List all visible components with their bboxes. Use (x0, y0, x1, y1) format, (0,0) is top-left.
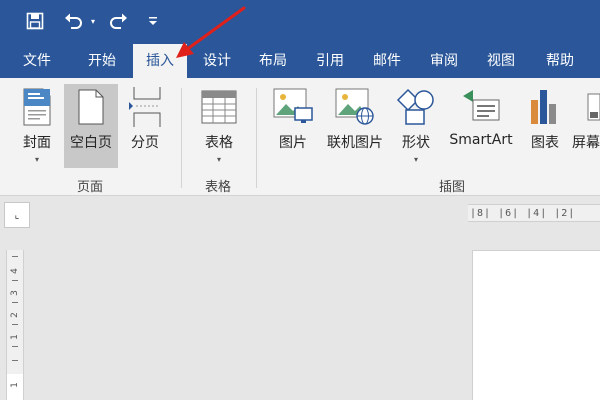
table-dropdown-icon[interactable]: ▾ (217, 156, 221, 164)
group-divider (181, 88, 182, 188)
undo-dropdown-icon[interactable]: ▾ (88, 8, 98, 34)
blank-page-icon (69, 84, 113, 130)
ruler-tick (12, 360, 18, 361)
ribbon-tabs: 文件 开始 插入 设计 布局 引用 邮件 审阅 视图 帮助 (0, 44, 600, 78)
document-page[interactable] (472, 250, 600, 400)
ruler-number: 1 (10, 382, 20, 388)
tab-home[interactable]: 开始 (78, 44, 126, 78)
smartart-icon (459, 84, 503, 130)
ruler-tick (12, 324, 18, 325)
cover-page-dropdown-icon[interactable]: ▾ (35, 156, 39, 164)
tab-selector[interactable]: ⌞ (4, 202, 30, 228)
pictures-label: 图片 (279, 135, 307, 151)
shapes-button[interactable]: 形状 ▾ (394, 84, 438, 170)
picture-icon (271, 84, 315, 130)
table-icon (197, 84, 241, 130)
smartart-label: SmartArt (449, 132, 513, 148)
chart-label: 图表 (531, 135, 559, 151)
online-pictures-label: 联机图片 (327, 135, 383, 151)
pages-group-label: 页面 (76, 180, 103, 195)
blank-page-button[interactable]: 空白页 (64, 84, 118, 168)
tab-layout[interactable]: 布局 (249, 44, 297, 78)
online-pictures-button[interactable]: 联机图片 (324, 84, 386, 170)
chart-button[interactable]: 图表 (524, 84, 566, 170)
screenshot-label: 屏幕 (572, 135, 600, 151)
tab-view[interactable]: 视图 (477, 44, 525, 78)
online-picture-icon (333, 84, 377, 130)
tab-review[interactable]: 审阅 (420, 44, 468, 78)
tab-file[interactable]: 文件 (14, 44, 60, 78)
horizontal-ruler[interactable]: |8| |6| |4| |2| (468, 204, 600, 222)
redo-icon[interactable] (104, 8, 132, 34)
chart-icon (523, 84, 567, 130)
group-divider (256, 88, 257, 188)
cover-page-label: 封面 (23, 135, 51, 151)
tables-group-label: 表格 (204, 180, 231, 195)
tab-references[interactable]: 引用 (306, 44, 354, 78)
ruler-number: 3 (10, 290, 20, 296)
table-label: 表格 (205, 135, 233, 151)
ruler-tick (12, 280, 18, 281)
ruler-number: 4 (10, 268, 20, 274)
cover-page-button[interactable]: 封面 ▾ (12, 84, 62, 170)
screenshot-button[interactable]: 屏幕 (572, 84, 600, 170)
save-icon[interactable] (22, 8, 48, 34)
ruler-number: 2 (10, 312, 20, 318)
shapes-label: 形状 (402, 135, 430, 151)
blank-page-label: 空白页 (70, 135, 112, 151)
ruler-tick (12, 256, 18, 257)
vertical-ruler-margin: 1 (6, 374, 24, 400)
shapes-dropdown-icon[interactable]: ▾ (414, 156, 418, 164)
page-break-icon (123, 84, 167, 130)
page-break-label: 分页 (131, 135, 159, 151)
ruler-tick (12, 346, 18, 347)
tab-design[interactable]: 设计 (193, 44, 241, 78)
page-break-button[interactable]: 分页 (122, 84, 168, 170)
tab-mailings[interactable]: 邮件 (363, 44, 411, 78)
screenshot-icon (572, 84, 600, 130)
document-workspace: ⌞ |8| |6| |4| |2| 4 3 2 1 1 (0, 196, 600, 400)
pictures-button[interactable]: 图片 (268, 84, 318, 170)
smartart-button[interactable]: SmartArt (444, 84, 518, 170)
shapes-icon (394, 84, 438, 130)
ruler-tick (12, 302, 18, 303)
undo-icon[interactable] (60, 8, 88, 34)
tab-help[interactable]: 帮助 (534, 44, 586, 78)
illustrations-group-label: 插图 (438, 180, 465, 195)
tab-insert[interactable]: 插入 (133, 44, 187, 78)
ribbon: 封面 ▾ 空白页 分页 页面 表格 ▾ 表格 图片 联机图片 形状 ▾ Smar… (0, 78, 600, 196)
table-button[interactable]: 表格 ▾ (194, 84, 244, 170)
title-bar: ▾ (0, 0, 600, 44)
ruler-number: 1 (10, 334, 20, 340)
customize-toolbar-icon[interactable] (144, 8, 162, 34)
cover-page-icon (15, 84, 59, 130)
